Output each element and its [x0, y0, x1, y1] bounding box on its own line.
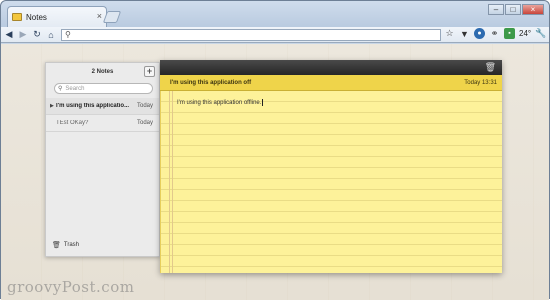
text-caret: [262, 99, 264, 106]
browser-window: Notes × – □ × ◀ ▶ ↻ ⌂ ⚲ ☆ ▼ ● ⚭ ▪ 24° 🔧: [0, 0, 550, 300]
minimize-button[interactable]: –: [488, 4, 504, 15]
filter-icon[interactable]: ▼: [459, 28, 470, 39]
watermark: groovyPost.com: [7, 278, 135, 296]
browser-toolbar: ◀ ▶ ↻ ⌂ ⚲ ☆ ▼ ● ⚭ ▪ 24° 🔧: [1, 27, 549, 43]
list-item[interactable]: TEst OKay? Today: [46, 115, 159, 132]
app-content: 2 Notes + ⚲ Search ▶ I'm using this appl…: [1, 44, 549, 300]
new-tab-button[interactable]: [102, 11, 122, 23]
weather-temperature[interactable]: 24°: [519, 28, 531, 39]
margin-line: [172, 91, 173, 273]
forward-arrow-icon[interactable]: ▶: [17, 29, 29, 40]
note-editor: 🗑 I'm using this application off Today 1…: [160, 60, 502, 273]
tab-close-icon[interactable]: ×: [97, 11, 102, 21]
editor-title-bar: I'm using this application off Today 13:…: [160, 75, 502, 91]
margin-line: [169, 91, 170, 273]
reload-icon[interactable]: ↻: [31, 29, 43, 40]
search-input[interactable]: ⚲ Search: [54, 83, 153, 94]
search-icon: ⚲: [65, 30, 71, 39]
notes-count: 2 Notes: [91, 69, 114, 75]
extension-link-icon[interactable]: ⚭: [489, 28, 500, 39]
trash-label: Trash: [63, 242, 80, 248]
wrench-icon[interactable]: 🔧: [535, 28, 546, 39]
note-date: Today: [136, 120, 153, 126]
notes-list-panel: 2 Notes + ⚲ Search ▶ I'm using this appl…: [45, 62, 160, 257]
list-item[interactable]: ▶ I'm using this applicatio... Today: [46, 98, 159, 115]
back-arrow-icon[interactable]: ◀: [3, 29, 15, 40]
trash-button[interactable]: 🗑 Trash: [52, 241, 79, 249]
extension-icons: ☆ ▼ ● ⚭ ▪ 24° 🔧: [444, 28, 546, 39]
note-date: Today: [136, 103, 153, 109]
window-controls: – □ ×: [488, 4, 544, 15]
note-body-text[interactable]: I'm using this application offline.: [177, 99, 264, 106]
tab-strip: Notes × – □ ×: [1, 1, 549, 27]
maximize-button[interactable]: □: [505, 4, 521, 15]
address-bar[interactable]: ⚲: [61, 29, 441, 41]
extension-globe-icon[interactable]: ●: [474, 28, 485, 39]
extension-green-icon[interactable]: ▪: [504, 28, 515, 39]
editor-toolbar: 🗑: [160, 60, 502, 75]
trash-icon: 🗑: [52, 242, 61, 249]
delete-note-icon[interactable]: 🗑: [485, 62, 496, 73]
editor-note-date: Today 13:31: [464, 79, 497, 86]
notes-favicon-icon: [12, 13, 22, 21]
editor-note-title: I'm using this application off: [170, 79, 252, 86]
search-icon: ⚲: [58, 86, 63, 92]
add-note-button[interactable]: +: [144, 66, 155, 77]
star-icon[interactable]: ☆: [444, 28, 455, 39]
close-window-button[interactable]: ×: [522, 4, 544, 15]
notes-header: 2 Notes +: [46, 63, 159, 81]
tab-title: Notes: [26, 12, 47, 22]
tab-notes[interactable]: Notes ×: [7, 6, 107, 27]
note-body-area[interactable]: I'm using this application offline.: [160, 91, 502, 273]
note-title: TEst OKay?: [56, 120, 89, 126]
search-placeholder: Search: [65, 85, 85, 92]
home-icon[interactable]: ⌂: [45, 30, 57, 40]
note-title: I'm using this applicatio...: [56, 103, 130, 109]
